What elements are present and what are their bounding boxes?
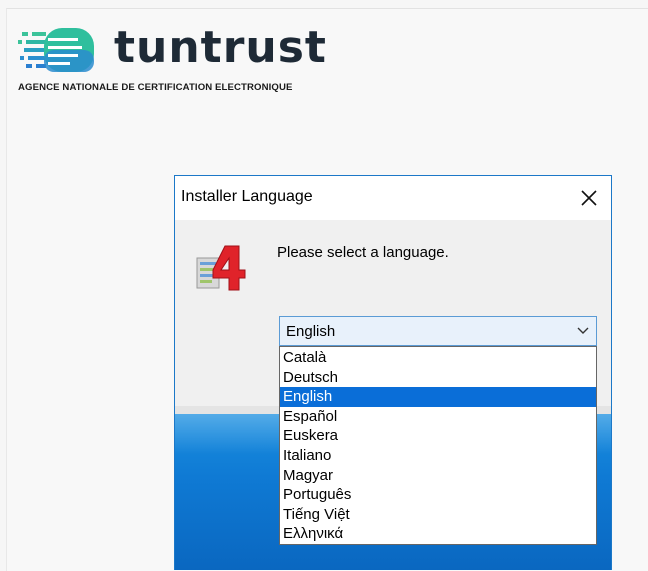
language-option[interactable]: Ελληνικά bbox=[280, 524, 596, 544]
brand-name: tuntrust bbox=[114, 22, 327, 73]
language-select[interactable]: English bbox=[279, 316, 597, 346]
prompt-text: Please select a language. bbox=[277, 244, 449, 261]
language-option-selected[interactable]: English bbox=[280, 387, 596, 407]
language-option[interactable]: Tiếng Việt bbox=[280, 505, 596, 525]
tuntrust-logo-icon bbox=[18, 28, 94, 72]
close-button[interactable] bbox=[575, 184, 603, 212]
close-icon bbox=[581, 190, 597, 206]
chevron-down-icon[interactable] bbox=[576, 325, 590, 337]
dialog-titlebar: Installer Language bbox=[175, 176, 611, 220]
brand-tagline: AGENCE NATIONALE DE CERTIFICATION ELECTR… bbox=[18, 82, 293, 93]
language-option[interactable]: Español bbox=[280, 407, 596, 427]
language-select-value: English bbox=[286, 323, 336, 340]
language-option[interactable]: Català bbox=[280, 348, 596, 368]
language-option[interactable]: Italiano bbox=[280, 446, 596, 466]
language-option[interactable]: Magyar bbox=[280, 466, 596, 486]
language-option[interactable]: Euskera bbox=[280, 426, 596, 446]
language-option[interactable]: Deutsch bbox=[280, 368, 596, 388]
language-dropdown-list: Català Deutsch English Español Euskera I… bbox=[279, 346, 597, 545]
dialog-title: Installer Language bbox=[181, 188, 313, 205]
installer-language-dialog: Installer Language Please select a langu… bbox=[174, 175, 612, 570]
language-option[interactable]: Português bbox=[280, 485, 596, 505]
installer-app-icon bbox=[196, 245, 246, 291]
